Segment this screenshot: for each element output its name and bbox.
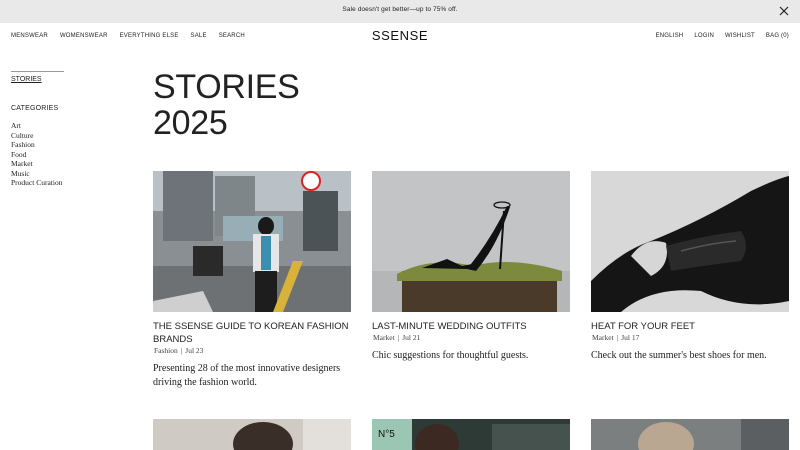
- sidebar: STORIES CATEGORIES Art Culture Fashion F…: [11, 71, 71, 188]
- story-image-wedding-outfits[interactable]: [372, 171, 570, 312]
- story-title[interactable]: THE SSENSE GUIDE TO KOREAN FASHION BRAND…: [153, 320, 351, 346]
- story-image-korean-fashion[interactable]: [153, 171, 351, 312]
- story-description: Chic suggestions for thoughtful guests.: [372, 350, 529, 361]
- story-image-next-3[interactable]: [591, 419, 789, 450]
- category-music[interactable]: Music: [11, 169, 71, 179]
- account-nav: ENGLISH LOGIN WISHLIST BAG (0): [656, 33, 789, 39]
- story-date: Jul 23: [185, 346, 204, 355]
- story-card: LAST-MINUTE WEDDING OUTFITS Market | Jul 2…: [372, 171, 570, 363]
- story-meta: Market | Jul 21: [373, 333, 421, 342]
- nav-wishlist[interactable]: WISHLIST: [725, 33, 755, 39]
- nav-language[interactable]: ENGLISH: [656, 33, 684, 39]
- sidebar-divider: [11, 71, 64, 72]
- story-image-next-2[interactable]: N°5: [372, 419, 570, 450]
- story-card: HEAT FOR YOUR FEET Market | Jul 17 Check o…: [591, 171, 789, 363]
- category-product-curation[interactable]: Product Curation: [11, 178, 71, 188]
- story-description: Check out the summer's best shoes for me…: [591, 350, 767, 361]
- story-category[interactable]: Fashion: [154, 346, 178, 355]
- category-market[interactable]: Market: [11, 159, 71, 169]
- promo-text[interactable]: Sale doesn't get better—up to 75% off.: [0, 6, 800, 13]
- promo-banner: Sale doesn't get better—up to 75% off.: [0, 0, 800, 23]
- story-title[interactable]: LAST-MINUTE WEDDING OUTFITS: [372, 320, 570, 333]
- story-meta: Fashion | Jul 23: [154, 346, 204, 355]
- svg-text:N°5: N°5: [378, 429, 395, 440]
- story-image-shoes[interactable]: [591, 171, 789, 312]
- category-food[interactable]: Food: [11, 150, 71, 160]
- nav-bag[interactable]: BAG (0): [766, 33, 789, 39]
- sidebar-item-stories[interactable]: STORIES: [11, 76, 71, 83]
- category-art[interactable]: Art: [11, 121, 71, 131]
- story-image-next-1[interactable]: [153, 419, 351, 450]
- story-date: Jul 21: [402, 333, 421, 342]
- category-list: Art Culture Fashion Food Market Music Pr…: [11, 121, 71, 188]
- page-title-line2: 2025: [153, 104, 228, 142]
- story-date: Jul 17: [621, 333, 640, 342]
- story-category[interactable]: Market: [373, 333, 395, 342]
- category-culture[interactable]: Culture: [11, 131, 71, 141]
- categories-heading: CATEGORIES: [11, 105, 59, 112]
- nav-login[interactable]: LOGIN: [694, 33, 714, 39]
- story-description: Presenting 28 of the most innovative des…: [153, 363, 341, 388]
- category-fashion[interactable]: Fashion: [11, 140, 71, 150]
- close-icon[interactable]: [778, 5, 790, 17]
- story-meta: Market | Jul 17: [592, 333, 640, 342]
- story-card: THE SSENSE GUIDE TO KOREAN FASHION BRAND…: [153, 171, 351, 390]
- site-header: MENSWEAR WOMENSWEAR EVERYTHING ELSE SALE…: [0, 23, 800, 53]
- page-title-line1: STORIES: [153, 68, 300, 106]
- story-category[interactable]: Market: [592, 333, 614, 342]
- story-title[interactable]: HEAT FOR YOUR FEET: [591, 320, 789, 333]
- page-title: STORIES 2025: [153, 69, 300, 141]
